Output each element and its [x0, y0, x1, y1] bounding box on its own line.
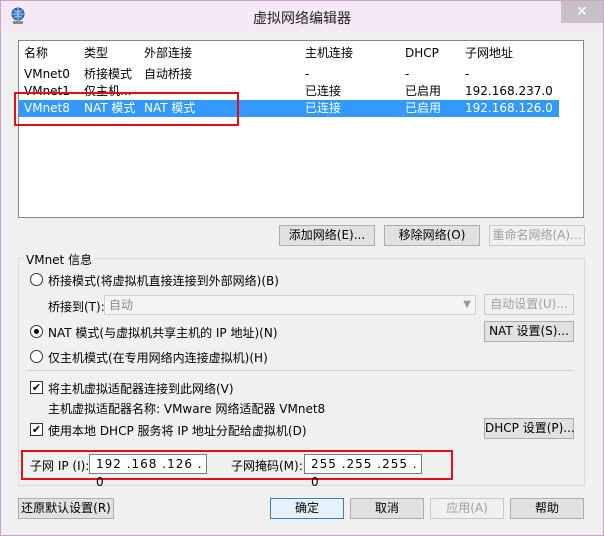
- column-header-type[interactable]: 类型: [79, 45, 139, 62]
- close-button[interactable]: ✕: [561, 1, 603, 23]
- divider: [26, 370, 574, 371]
- row-dhcp: 已启用: [405, 84, 442, 98]
- connect-adapter-label[interactable]: 将主机虚拟适配器连接到此网络(V): [48, 380, 234, 397]
- connect-adapter-checkbox[interactable]: ✔: [30, 381, 43, 394]
- dhcp-checkbox[interactable]: ✔: [30, 423, 43, 436]
- host-only-radio[interactable]: [30, 350, 43, 363]
- remove-network-button[interactable]: 移除网络(O): [384, 225, 480, 246]
- row-name: VMnet0: [24, 67, 70, 81]
- auto-settings-button[interactable]: 自动设置(U)...: [484, 294, 574, 315]
- row-subnet: -: [465, 67, 470, 81]
- host-only-label[interactable]: 仅主机模式(在专用网络内连接虚拟机)(H): [48, 349, 268, 366]
- add-network-button[interactable]: 添加网络(E)...: [279, 225, 375, 246]
- row-host: 已连接: [305, 84, 342, 98]
- column-header-external[interactable]: 外部连接: [139, 45, 299, 62]
- bridge-to-label: 桥接到(T):: [48, 300, 105, 314]
- row-subnet: 192.168.126.0: [465, 101, 553, 115]
- rename-network-button[interactable]: 重命名网络(A)...: [489, 225, 585, 246]
- nat-mode-label[interactable]: NAT 模式(与虚拟机共享主机的 IP 地址)(N): [48, 324, 278, 341]
- column-header-dhcp[interactable]: DHCP: [400, 45, 460, 62]
- help-button[interactable]: 帮助: [510, 498, 584, 519]
- table-row-vmnet0[interactable]: VMnet0 桥接模式 自动桥接 - - -: [19, 66, 559, 83]
- window-title: 虚拟网络编辑器: [253, 11, 351, 27]
- subnet-ip-field[interactable]: 192 .168 .126 . 0: [89, 454, 207, 489]
- row-subnet: 192.168.237.0: [465, 84, 553, 98]
- bridge-mode-radio[interactable]: [30, 273, 43, 286]
- bridge-to-value: 自动: [109, 298, 134, 312]
- highlight-box-vmnet8: [14, 92, 239, 126]
- checkmark-icon: ✔: [31, 423, 42, 436]
- vmnet-info-label: VMnet 信息: [24, 251, 95, 268]
- ok-button[interactable]: 确定: [270, 498, 344, 519]
- chevron-down-icon: ▼: [463, 299, 471, 310]
- column-header-subnet[interactable]: 子网地址: [460, 45, 560, 62]
- nat-mode-radio[interactable]: [30, 325, 43, 338]
- row-host: -: [305, 67, 310, 81]
- bridge-mode-label[interactable]: 桥接模式(将虚拟机直接连接到外部网络)(B): [48, 272, 279, 289]
- cancel-button[interactable]: 取消: [350, 498, 424, 519]
- row-external: 自动桥接: [144, 67, 193, 81]
- row-host: 已连接: [305, 101, 342, 115]
- adapter-name-text: 主机虚拟适配器名称: VMware 网络适配器 VMnet8: [48, 402, 326, 416]
- checkmark-icon: ✔: [31, 381, 42, 394]
- subnet-mask-label: 子网掩码(M):: [231, 459, 303, 473]
- bridge-to-select[interactable]: 自动 ▼: [104, 295, 476, 315]
- dhcp-settings-button[interactable]: DHCP 设置(P)...: [484, 418, 575, 439]
- column-header-host[interactable]: 主机连接: [300, 45, 400, 62]
- apply-button[interactable]: 应用(A): [430, 498, 504, 519]
- nat-settings-button[interactable]: NAT 设置(S)...: [484, 321, 574, 342]
- restore-defaults-button[interactable]: 还原默认设置(R): [18, 498, 114, 519]
- list-header: 名称 类型 外部连接 主机连接 DHCP 子网地址: [19, 45, 559, 62]
- title-bar: 虚拟网络编辑器 ✕: [1, 1, 603, 31]
- network-list[interactable]: 名称 类型 外部连接 主机连接 DHCP 子网地址 VMnet0 桥接模式 自动…: [18, 40, 584, 218]
- subnet-ip-label: 子网 IP (I):: [30, 459, 90, 473]
- dhcp-label[interactable]: 使用本地 DHCP 服务将 IP 地址分配给虚拟机(D): [48, 422, 307, 439]
- row-dhcp: -: [405, 67, 410, 81]
- column-header-name[interactable]: 名称: [19, 45, 79, 62]
- row-type: 桥接模式: [84, 67, 133, 81]
- subnet-mask-field[interactable]: 255 .255 .255 . 0: [304, 454, 422, 489]
- row-dhcp: 已启用: [405, 101, 442, 115]
